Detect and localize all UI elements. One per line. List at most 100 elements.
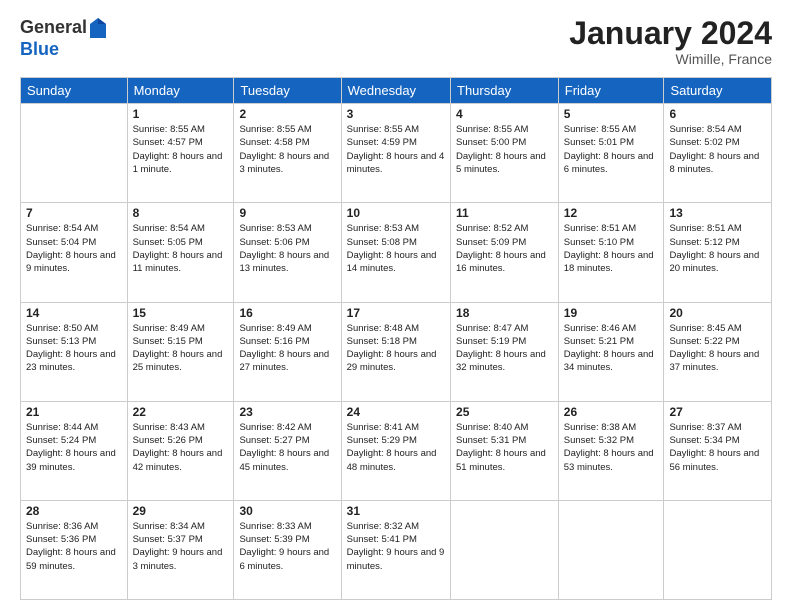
col-thursday: Thursday (451, 78, 559, 104)
day-number: 8 (133, 206, 229, 220)
day-info: Sunrise: 8:54 AMSunset: 5:04 PMDaylight:… (26, 222, 122, 275)
calendar-cell: 29Sunrise: 8:34 AMSunset: 5:37 PMDayligh… (127, 500, 234, 599)
day-number: 6 (669, 107, 766, 121)
day-number: 27 (669, 405, 766, 419)
day-info: Sunrise: 8:41 AMSunset: 5:29 PMDaylight:… (347, 421, 445, 474)
day-number: 15 (133, 306, 229, 320)
day-info: Sunrise: 8:55 AMSunset: 4:59 PMDaylight:… (347, 123, 445, 176)
calendar-week-0: 1Sunrise: 8:55 AMSunset: 4:57 PMDaylight… (21, 104, 772, 203)
col-wednesday: Wednesday (341, 78, 450, 104)
calendar-header-row: Sunday Monday Tuesday Wednesday Thursday… (21, 78, 772, 104)
day-info: Sunrise: 8:49 AMSunset: 5:15 PMDaylight:… (133, 322, 229, 375)
day-info: Sunrise: 8:54 AMSunset: 5:05 PMDaylight:… (133, 222, 229, 275)
day-info: Sunrise: 8:51 AMSunset: 5:12 PMDaylight:… (669, 222, 766, 275)
calendar-cell: 12 Sunrise: 8:51 AMSunset: 5:10 PMDayligh… (558, 203, 664, 302)
calendar-cell: 9Sunrise: 8:53 AMSunset: 5:06 PMDaylight… (234, 203, 341, 302)
day-info: Sunrise: 8:43 AMSunset: 5:26 PMDaylight:… (133, 421, 229, 474)
calendar-cell: 30Sunrise: 8:33 AMSunset: 5:39 PMDayligh… (234, 500, 341, 599)
day-number: 4 (456, 107, 553, 121)
calendar-cell: 18 Sunrise: 8:47 AMSunset: 5:19 PMDayligh… (451, 302, 559, 401)
header: General Blue January 2024 Wimille, Franc… (20, 16, 772, 67)
calendar-cell: 27 Sunrise: 8:37 AMSunset: 5:34 PMDayligh… (664, 401, 772, 500)
logo: General Blue (20, 16, 109, 60)
col-sunday: Sunday (21, 78, 128, 104)
day-info: Sunrise: 8:53 AMSunset: 5:08 PMDaylight:… (347, 222, 445, 275)
calendar-cell: 3 Sunrise: 8:55 AMSunset: 4:59 PMDaylight… (341, 104, 450, 203)
calendar-cell (21, 104, 128, 203)
day-info: Sunrise: 8:49 AMSunset: 5:16 PMDaylight:… (239, 322, 335, 375)
day-number: 24 (347, 405, 445, 419)
calendar-cell: 14Sunrise: 8:50 AMSunset: 5:13 PMDayligh… (21, 302, 128, 401)
page: General Blue January 2024 Wimille, Franc… (0, 0, 792, 612)
logo-blue-text: Blue (20, 40, 109, 60)
day-number: 29 (133, 504, 229, 518)
day-info: Sunrise: 8:37 AMSunset: 5:34 PMDaylight:… (669, 421, 766, 474)
day-number: 23 (239, 405, 335, 419)
calendar-week-2: 14Sunrise: 8:50 AMSunset: 5:13 PMDayligh… (21, 302, 772, 401)
calendar-cell: 1Sunrise: 8:55 AMSunset: 4:57 PMDaylight… (127, 104, 234, 203)
calendar-cell: 6 Sunrise: 8:54 AMSunset: 5:02 PMDaylight… (664, 104, 772, 203)
day-info: Sunrise: 8:52 AMSunset: 5:09 PMDaylight:… (456, 222, 553, 275)
calendar-cell (664, 500, 772, 599)
location: Wimille, France (569, 51, 772, 67)
calendar-cell: 21 Sunrise: 8:44 AMSunset: 5:24 PMDayligh… (21, 401, 128, 500)
calendar-cell: 22 Sunrise: 8:43 AMSunset: 5:26 PMDayligh… (127, 401, 234, 500)
day-info: Sunrise: 8:54 AMSunset: 5:02 PMDaylight:… (669, 123, 766, 176)
day-number: 22 (133, 405, 229, 419)
day-number: 2 (239, 107, 335, 121)
day-info: Sunrise: 8:46 AMSunset: 5:21 PMDaylight:… (564, 322, 659, 375)
calendar-cell: 26 Sunrise: 8:38 AMSunset: 5:32 PMDayligh… (558, 401, 664, 500)
day-number: 18 (456, 306, 553, 320)
day-info: Sunrise: 8:55 AMSunset: 4:57 PMDaylight:… (133, 123, 229, 176)
day-number: 25 (456, 405, 553, 419)
logo-text: General (20, 16, 109, 40)
col-saturday: Saturday (664, 78, 772, 104)
day-number: 19 (564, 306, 659, 320)
calendar-table: Sunday Monday Tuesday Wednesday Thursday… (20, 77, 772, 600)
calendar-cell: 20 Sunrise: 8:45 AMSunset: 5:22 PMDayligh… (664, 302, 772, 401)
day-info: Sunrise: 8:40 AMSunset: 5:31 PMDaylight:… (456, 421, 553, 474)
calendar-cell: 4 Sunrise: 8:55 AMSunset: 5:00 PMDaylight… (451, 104, 559, 203)
col-monday: Monday (127, 78, 234, 104)
calendar-cell: 11 Sunrise: 8:52 AMSunset: 5:09 PMDayligh… (451, 203, 559, 302)
calendar-cell: 13 Sunrise: 8:51 AMSunset: 5:12 PMDayligh… (664, 203, 772, 302)
day-number: 12 (564, 206, 659, 220)
calendar-week-4: 28Sunrise: 8:36 AMSunset: 5:36 PMDayligh… (21, 500, 772, 599)
calendar-cell: 15 Sunrise: 8:49 AMSunset: 5:15 PMDayligh… (127, 302, 234, 401)
day-info: Sunrise: 8:51 AMSunset: 5:10 PMDaylight:… (564, 222, 659, 275)
day-info: Sunrise: 8:42 AMSunset: 5:27 PMDaylight:… (239, 421, 335, 474)
calendar-cell: 7Sunrise: 8:54 AMSunset: 5:04 PMDaylight… (21, 203, 128, 302)
day-number: 17 (347, 306, 445, 320)
calendar-week-3: 21 Sunrise: 8:44 AMSunset: 5:24 PMDayligh… (21, 401, 772, 500)
month-title: January 2024 (569, 16, 772, 51)
day-number: 14 (26, 306, 122, 320)
day-info: Sunrise: 8:55 AMSunset: 5:01 PMDaylight:… (564, 123, 659, 176)
title-block: January 2024 Wimille, France (569, 16, 772, 67)
day-info: Sunrise: 8:47 AMSunset: 5:19 PMDaylight:… (456, 322, 553, 375)
day-number: 31 (347, 504, 445, 518)
day-info: Sunrise: 8:48 AMSunset: 5:18 PMDaylight:… (347, 322, 445, 375)
calendar-cell: 25 Sunrise: 8:40 AMSunset: 5:31 PMDayligh… (451, 401, 559, 500)
logo-general: General (20, 17, 87, 37)
day-info: Sunrise: 8:36 AMSunset: 5:36 PMDaylight:… (26, 520, 122, 573)
calendar-cell: 28Sunrise: 8:36 AMSunset: 5:36 PMDayligh… (21, 500, 128, 599)
col-tuesday: Tuesday (234, 78, 341, 104)
day-number: 26 (564, 405, 659, 419)
day-info: Sunrise: 8:38 AMSunset: 5:32 PMDaylight:… (564, 421, 659, 474)
day-number: 16 (239, 306, 335, 320)
calendar-cell: 5Sunrise: 8:55 AMSunset: 5:01 PMDaylight… (558, 104, 664, 203)
calendar-cell (451, 500, 559, 599)
calendar-week-1: 7Sunrise: 8:54 AMSunset: 5:04 PMDaylight… (21, 203, 772, 302)
day-info: Sunrise: 8:44 AMSunset: 5:24 PMDaylight:… (26, 421, 122, 474)
day-info: Sunrise: 8:55 AMSunset: 5:00 PMDaylight:… (456, 123, 553, 176)
day-number: 13 (669, 206, 766, 220)
day-number: 21 (26, 405, 122, 419)
day-number: 3 (347, 107, 445, 121)
day-info: Sunrise: 8:45 AMSunset: 5:22 PMDaylight:… (669, 322, 766, 375)
day-number: 11 (456, 206, 553, 220)
day-number: 20 (669, 306, 766, 320)
calendar-cell: 10 Sunrise: 8:53 AMSunset: 5:08 PMDayligh… (341, 203, 450, 302)
col-friday: Friday (558, 78, 664, 104)
day-info: Sunrise: 8:53 AMSunset: 5:06 PMDaylight:… (239, 222, 335, 275)
day-number: 10 (347, 206, 445, 220)
